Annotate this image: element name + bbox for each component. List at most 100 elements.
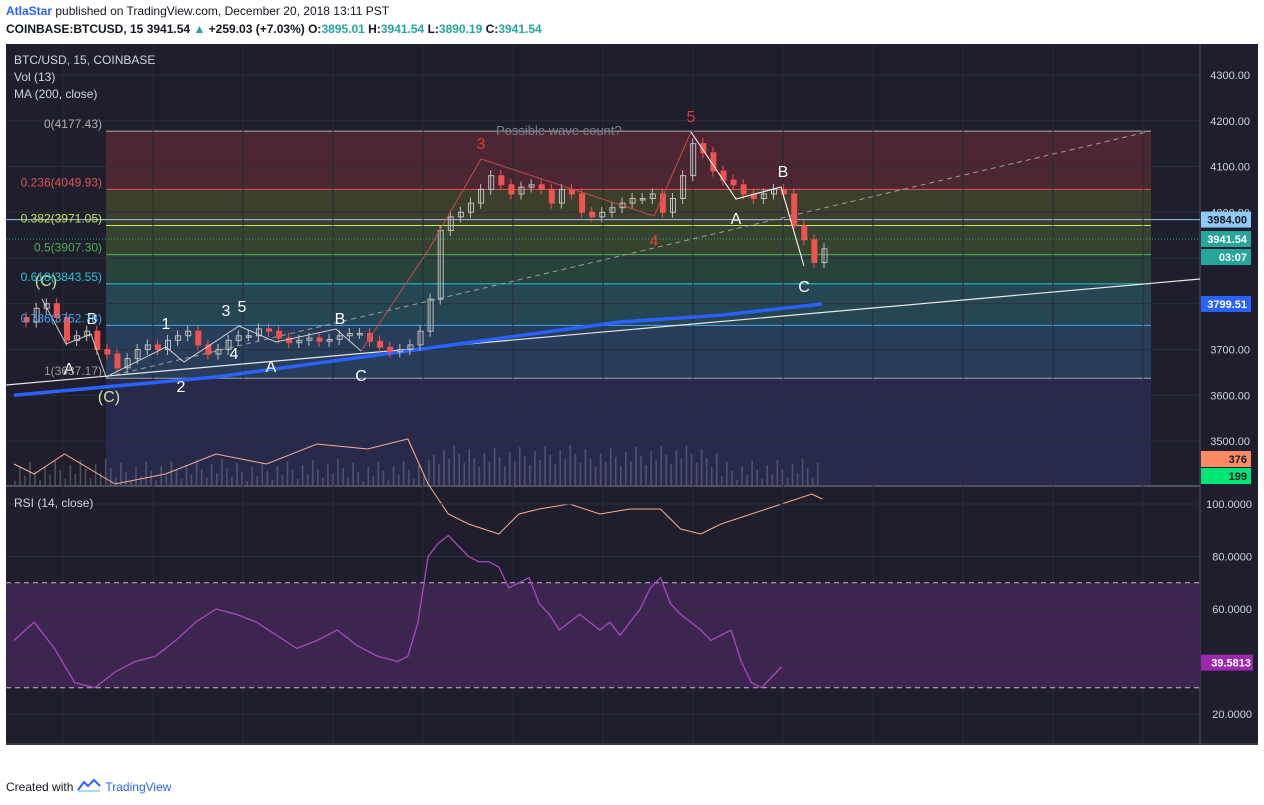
volume-bar xyxy=(493,448,496,485)
fib-retracement[interactable] xyxy=(106,130,1151,485)
open-label: O: xyxy=(308,22,322,36)
tradingview-link[interactable]: TradingView xyxy=(105,780,171,794)
volume-bar xyxy=(640,456,642,485)
volume-bar xyxy=(372,476,375,485)
candle-body xyxy=(579,193,586,213)
volume-bar xyxy=(791,464,794,485)
candle-body xyxy=(154,344,161,350)
volume-bar xyxy=(64,479,67,485)
volume-bar xyxy=(463,463,466,485)
wave-label: (C) xyxy=(98,389,120,406)
volume-bar xyxy=(508,452,511,485)
volume-bar xyxy=(458,454,460,485)
volume-ma-badge: 376 xyxy=(1229,454,1247,466)
volume-bar xyxy=(337,459,339,485)
created-with-text: Created with xyxy=(6,779,74,794)
volume-bar xyxy=(125,472,127,485)
volume-bar xyxy=(74,474,77,485)
legend-symbol[interactable]: BTC/USD, 15, COINBASE xyxy=(14,53,155,67)
volume-bar xyxy=(438,464,440,485)
price-tick: 3600.00 xyxy=(1210,390,1250,402)
price-chart[interactable]: (C)AB(C)12345ABC345ABC Possible wave cou… xyxy=(5,44,1258,763)
wave-label: 1 xyxy=(162,316,171,333)
candle-body xyxy=(316,337,323,342)
volume-bar xyxy=(327,464,329,485)
volume-bar xyxy=(443,450,445,485)
low-label: L: xyxy=(427,22,439,36)
wave-label: 3 xyxy=(222,303,231,320)
candle-body xyxy=(589,211,596,218)
volume-bar xyxy=(620,466,622,485)
volume-bar xyxy=(291,470,294,485)
volume-bar xyxy=(367,467,370,485)
volume-bar xyxy=(89,478,92,485)
high-value: 3941.54 xyxy=(380,22,425,36)
volume-bar xyxy=(109,468,112,485)
candle-body xyxy=(811,239,818,264)
published-text: published on TradingView.com, December 2… xyxy=(55,4,390,18)
wave-label: C xyxy=(355,368,367,385)
fib-label: 0.786(3752.78) xyxy=(21,311,102,325)
wave-label: 5 xyxy=(238,299,247,316)
volume-bar xyxy=(584,449,587,485)
price-tick: 3700.00 xyxy=(1210,345,1250,357)
volume-bar xyxy=(700,449,703,485)
volume-bar xyxy=(261,462,264,485)
legend-ma[interactable]: MA (200, close) xyxy=(14,87,97,101)
ohlc-bar: COINBASE:BTCUSD, 15 3941.54 ▲ +259.03 (+… xyxy=(6,22,542,36)
wave-annotation[interactable]: Possible wave count? xyxy=(496,123,622,138)
volume-bar xyxy=(559,450,561,485)
volume-bar xyxy=(483,453,486,485)
fib-zone xyxy=(106,131,1151,190)
volume-bar xyxy=(311,460,314,485)
high-label: H: xyxy=(368,22,381,36)
volume-bar xyxy=(276,466,279,485)
volume-bar xyxy=(534,451,536,485)
volume-bar xyxy=(104,459,107,485)
volume-bar xyxy=(715,453,718,485)
volume-bar xyxy=(766,465,769,485)
legend-rsi[interactable]: RSI (14, close) xyxy=(14,496,93,510)
volume-bar xyxy=(564,459,567,485)
volume-bar xyxy=(519,447,521,485)
volume-bar xyxy=(503,466,506,485)
volume-bar xyxy=(19,467,21,485)
fib-zone xyxy=(106,225,1151,255)
volume-bar xyxy=(670,464,673,485)
wave-label: A xyxy=(731,211,742,228)
volume-bar xyxy=(710,467,713,485)
price-tick: 3500.00 xyxy=(1210,436,1250,448)
volume-bar xyxy=(786,478,789,485)
volume-bar xyxy=(579,463,582,485)
volume-bar xyxy=(630,461,632,485)
candle-body xyxy=(548,188,555,204)
author-link[interactable]: AtlaStar xyxy=(6,4,52,18)
legend-volume[interactable]: Vol (13) xyxy=(14,70,55,84)
candle-body xyxy=(276,330,283,339)
volume-bar xyxy=(54,461,56,485)
volume-bar xyxy=(251,467,253,485)
volume-bar xyxy=(306,474,309,485)
tradingview-logo-icon xyxy=(77,778,102,795)
candle-body xyxy=(740,184,747,195)
fib-label: 0.236(4049.93) xyxy=(21,175,102,189)
price-tick: 4300.00 xyxy=(1210,70,1250,82)
chart-area[interactable]: (C) A B (C) 1 2 3 4 5 A B C 3 4 5 A B C Possible wave cou… xyxy=(5,44,1258,763)
volume-bar xyxy=(721,476,723,485)
volume-bar xyxy=(170,461,173,485)
volume-bar xyxy=(357,472,359,485)
fib-zone xyxy=(106,283,1151,326)
volume-bar xyxy=(741,466,743,485)
publish-info: AtlaStar published on TradingView.com, D… xyxy=(6,4,389,18)
volume-bar xyxy=(776,460,779,485)
volume-bar xyxy=(635,447,637,485)
fib-zone xyxy=(106,254,1151,284)
volume-bar xyxy=(418,465,420,485)
volume-bar xyxy=(332,473,334,485)
price-tick: 4200.00 xyxy=(1210,116,1250,128)
volume-bar xyxy=(286,461,289,485)
volume-bar xyxy=(685,445,688,485)
volume-bar xyxy=(650,451,652,485)
volume-bar xyxy=(544,446,546,485)
volume-bar xyxy=(665,455,668,485)
